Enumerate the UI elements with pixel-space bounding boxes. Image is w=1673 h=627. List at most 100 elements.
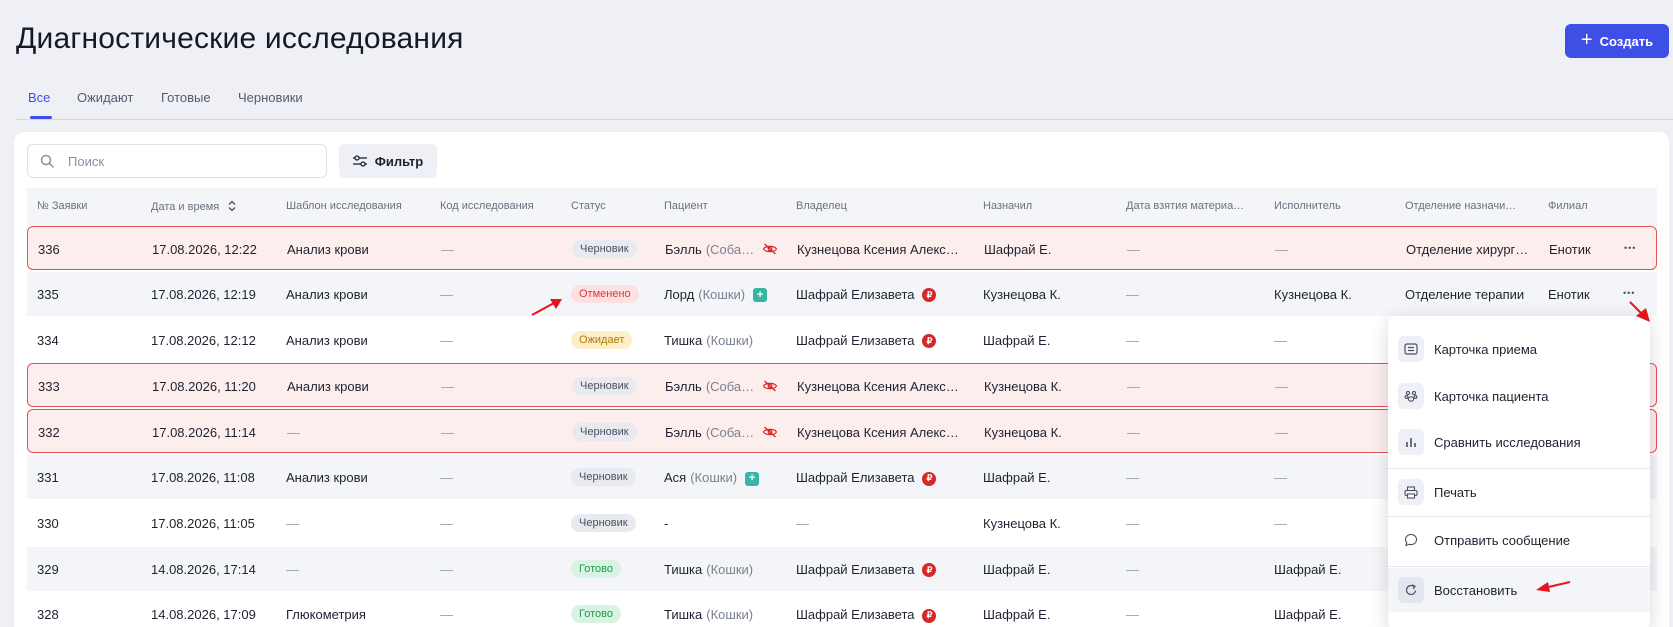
filter-sliders-icon (352, 155, 367, 167)
cell-sample-date: — (1127, 379, 1140, 395)
col-header-sample-date[interactable]: Дата взятия материа… (1126, 200, 1244, 212)
col-header-code[interactable]: Код исследования (440, 200, 534, 212)
ruble-debt-icon: ₽ (922, 288, 937, 303)
menu-divider (1388, 516, 1650, 517)
col-header-status[interactable]: Статус (571, 200, 606, 212)
cell-code: — (441, 379, 454, 395)
ruble-debt-icon: ₽ (922, 471, 937, 486)
cell-executor: — (1274, 332, 1287, 348)
cell-patient[interactable]: Ася (Кошки) + (664, 470, 760, 486)
col-header-executor[interactable]: Исполнитель (1274, 200, 1341, 212)
patient-name: Тишка (664, 561, 703, 577)
col-header-assigned[interactable]: Назначил (983, 200, 1032, 212)
search-input[interactable] (68, 153, 288, 169)
col-header-patient[interactable]: Пациент (664, 200, 708, 212)
menu-item-label: Сравнить исследования (1434, 434, 1581, 450)
appointment-card-icon (1398, 336, 1424, 362)
col-header-datetime[interactable]: Дата и время (151, 200, 236, 213)
cell-executor: Кузнецова К. (1274, 286, 1352, 302)
status-badge: Черновик (572, 423, 637, 442)
cell-owner[interactable]: Кузнецова Ксения Алекс… (797, 425, 959, 440)
cell-patient[interactable]: Тишка (Кошки) (664, 333, 753, 348)
cell-code: — (441, 425, 454, 441)
cell-template: — (286, 515, 299, 531)
col-header-department[interactable]: Отделение назначи… (1405, 200, 1516, 212)
cell-owner[interactable]: Кузнецова Ксения Алекс… (797, 242, 959, 257)
ruble-debt-icon: ₽ (922, 334, 937, 349)
tab-all[interactable]: Все (28, 90, 50, 105)
col-header-request-no[interactable]: № Заявки (37, 200, 87, 212)
more-actions-icon[interactable]: ••• (1623, 288, 1635, 298)
cell-patient[interactable]: Бэлль (Соба… (665, 379, 778, 395)
cell-patient[interactable]: Бэлль (Соба… (665, 242, 778, 258)
ruble-debt-icon: ₽ (922, 563, 937, 578)
annotation-arrow-restore (1536, 581, 1571, 592)
owner-name: Кузнецова Ксения Алекс… (797, 425, 959, 441)
cell-owner[interactable]: Шафрай Елизавета ₽ (796, 332, 937, 349)
tab-drafts[interactable]: Черновики (238, 90, 303, 105)
patient-name: Бэлль (665, 242, 702, 257)
cell-assigned: Шафрай Е. (983, 607, 1051, 623)
menu-item-restore[interactable]: Восстановить (1388, 568, 1650, 612)
menu-item-compare-studies[interactable]: Сравнить исследования (1388, 420, 1650, 464)
cell-datetime: 17.08.2026, 12:12 (151, 332, 256, 348)
col-header-owner[interactable]: Владелец (796, 200, 847, 212)
cell-request-no: 330 (37, 515, 59, 531)
cell-template: Глюкометрия (286, 607, 366, 623)
cell-patient[interactable]: - (664, 516, 668, 531)
owner-name: Шафрай Елизавета (796, 332, 915, 348)
cell-request-no: 332 (38, 425, 60, 441)
cell-owner[interactable]: Шафрай Елизавета ₽ (796, 287, 937, 303)
cell-sample-date: — (1126, 470, 1139, 485)
menu-item-send-message[interactable]: Отправить сообщение (1388, 518, 1650, 562)
cell-owner[interactable]: Шафрай Елизавета ₽ (796, 562, 937, 578)
patient-species: (Кошки) (706, 607, 754, 623)
cell-request-no: 336 (38, 242, 60, 257)
table-row[interactable]: 335 17.08.2026, 12:19 Анализ крови — Отменен… (27, 271, 1657, 316)
filter-button[interactable]: Фильтр (339, 144, 437, 178)
cell-patient[interactable]: Лорд (Кошки) + (664, 287, 768, 303)
row-context-menu: Карточка приема Карточка пациента Сравни… (1388, 316, 1650, 627)
medical-kit-icon: + (753, 288, 768, 303)
table-row[interactable]: 336 17.08.2026, 12:22 Анализ крови — Чернови… (27, 226, 1657, 270)
cell-patient[interactable]: Бэлль (Соба… (665, 425, 778, 441)
menu-item-label: Карточка пациента (1434, 388, 1549, 404)
cell-assigned: Шафрай Е. (983, 470, 1051, 485)
cell-patient[interactable]: Тишка (Кошки) (664, 607, 753, 622)
col-header-template[interactable]: Шаблон исследования (286, 200, 402, 212)
more-actions-icon[interactable]: ••• (1624, 243, 1636, 253)
cell-datetime: 14.08.2026, 17:09 (151, 607, 256, 623)
menu-item-patient-card[interactable]: Карточка пациента (1388, 374, 1650, 418)
menu-item-appointment-card[interactable]: Карточка приема (1388, 327, 1650, 371)
patient-species: (Соба… (705, 242, 755, 257)
cell-owner[interactable]: Шафрай Елизавета ₽ (796, 470, 937, 486)
cell-sample-date: — (1126, 332, 1139, 348)
menu-item-label: Печать (1434, 484, 1477, 500)
cell-owner[interactable]: Кузнецова Ксения Алекс… (797, 379, 959, 394)
patient-name: Тишка (664, 332, 703, 348)
cell-template: Анализ крови (286, 470, 368, 485)
cell-request-no: 329 (37, 561, 59, 577)
cell-code: — (440, 515, 453, 531)
owner-name: Кузнецова Ксения Алекс… (797, 379, 959, 395)
tab-waiting[interactable]: Ожидают (77, 90, 133, 105)
cell-owner[interactable]: — (796, 516, 809, 531)
cell-request-no: 335 (37, 286, 59, 302)
status-badge: Отменено (571, 284, 639, 303)
cell-patient[interactable]: Тишка (Кошки) (664, 562, 753, 577)
menu-item-print[interactable]: Печать (1388, 470, 1650, 514)
owner-name: — (796, 515, 809, 531)
cell-template: Анализ крови (287, 379, 369, 395)
cell-owner[interactable]: Шафрай Елизавета ₽ (796, 607, 937, 623)
cell-sample-date: — (1126, 286, 1139, 302)
restore-icon (1398, 577, 1424, 603)
tab-ready[interactable]: Готовые (161, 90, 211, 105)
sort-icon[interactable] (228, 200, 236, 212)
cell-executor: — (1274, 470, 1287, 485)
create-button[interactable]: + Создать (1565, 24, 1669, 58)
cell-template: Анализ крови (286, 332, 368, 348)
col-header-branch[interactable]: Филиал (1548, 200, 1588, 212)
search-box[interactable] (27, 144, 327, 178)
page-title: Диагностические исследования (16, 22, 464, 55)
cell-sample-date: — (1127, 425, 1140, 441)
